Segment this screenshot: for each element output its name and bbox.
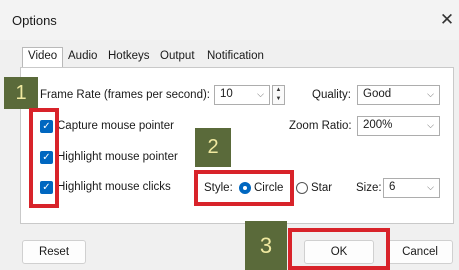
spin-up-icon[interactable]: ▲ xyxy=(273,86,284,95)
size-value: 6 xyxy=(389,181,396,193)
zoom-ratio-select[interactable]: 200% ⌵ xyxy=(357,116,440,136)
frame-rate-spinner[interactable]: ▲ ▼ xyxy=(272,85,285,105)
step-2-badge: 2 xyxy=(195,128,231,167)
frame-rate-label: Frame Rate (frames per second): xyxy=(40,89,211,101)
quality-select[interactable]: Good ⌵ xyxy=(357,85,440,105)
cancel-button[interactable]: Cancel xyxy=(387,240,453,264)
star-label: Star xyxy=(311,182,333,194)
window-title: Options xyxy=(12,13,57,28)
frame-rate-select[interactable]: 10 ⌵ xyxy=(214,85,270,105)
chevron-down-icon: ⌵ xyxy=(427,89,434,99)
quality-label: Quality: xyxy=(312,89,351,101)
chevron-down-icon: ⌵ xyxy=(427,120,434,130)
step-3-badge: 3 xyxy=(245,221,287,270)
frame-rate-value: 10 xyxy=(220,88,233,100)
star-radio[interactable] xyxy=(296,182,308,194)
ok-highlight-box xyxy=(288,228,390,270)
tab-audio[interactable]: Audio xyxy=(68,50,97,62)
step-1-badge: 1 xyxy=(4,77,38,109)
title-bar: Options ✕ xyxy=(0,0,459,40)
tab-output[interactable]: Output xyxy=(160,50,195,62)
reset-button[interactable]: Reset xyxy=(22,240,86,264)
tab-hotkeys[interactable]: Hotkeys xyxy=(108,50,150,62)
size-select[interactable]: 6 ⌵ xyxy=(383,178,440,198)
capture-pointer-label: Capture mouse pointer xyxy=(57,120,174,132)
tab-notification[interactable]: Notification xyxy=(207,50,264,62)
tab-strip: Video Audio Hotkeys Output Notification xyxy=(0,47,459,67)
chevron-down-icon: ⌵ xyxy=(427,182,434,192)
highlight-clicks-label: Highlight mouse clicks xyxy=(57,181,171,193)
checkbox-highlight-box xyxy=(29,108,59,208)
highlight-pointer-label: Highlight mouse pointer xyxy=(57,151,178,163)
chevron-down-icon: ⌵ xyxy=(257,89,264,99)
close-icon[interactable]: ✕ xyxy=(436,9,458,31)
zoom-ratio-value: 200% xyxy=(363,119,393,131)
style-highlight-box xyxy=(194,170,294,206)
quality-value: Good xyxy=(363,88,392,100)
size-label: Size: xyxy=(356,182,382,194)
tab-video[interactable]: Video xyxy=(22,47,64,67)
zoom-ratio-label: Zoom Ratio: xyxy=(289,120,352,132)
spin-down-icon[interactable]: ▼ xyxy=(273,95,284,104)
